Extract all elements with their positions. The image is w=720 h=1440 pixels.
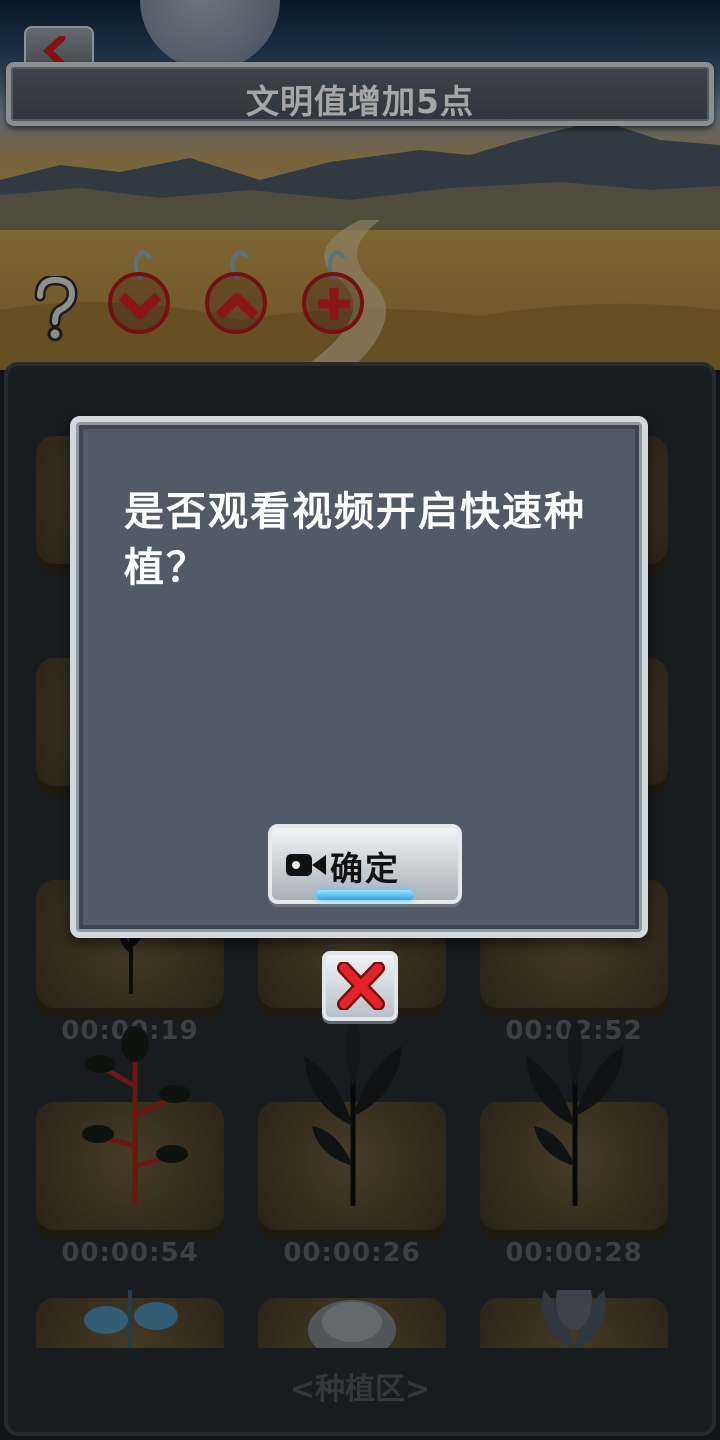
close-button[interactable] — [322, 951, 398, 1021]
plot-timer: 00:00:26 — [283, 1238, 421, 1268]
plot-timer: 00:00:54 — [61, 1238, 199, 1268]
banner-text: 文明值增加5点 — [246, 82, 474, 121]
dialog-message: 是否观看视频开启快速种植？ — [124, 489, 586, 591]
planting-plot[interactable] — [480, 1016, 668, 1236]
planting-plot[interactable] — [36, 1026, 224, 1236]
grey-bush-plant — [308, 1300, 396, 1348]
video-camera-icon — [286, 854, 326, 876]
plot-timer: 00:00:28 — [505, 1238, 643, 1268]
mountains — [0, 120, 720, 230]
seed-up-tool[interactable] — [203, 250, 273, 342]
blue-leaf-plant — [84, 1290, 178, 1348]
seed-plus-tool[interactable] — [300, 250, 370, 342]
planting-plot[interactable] — [258, 1290, 446, 1348]
chevron-up-icon — [215, 293, 259, 320]
dark-leaf-plant — [304, 1016, 402, 1206]
planting-plot[interactable] — [258, 1016, 446, 1236]
close-x-icon — [337, 962, 385, 1010]
notification-banner: 文明值增加5点 — [6, 62, 714, 126]
dark-leaf-plant — [526, 1016, 624, 1206]
planting-zone-label: <种植区> — [289, 1372, 431, 1407]
planting-plot[interactable] — [480, 1290, 668, 1348]
confirm-label: 确定 — [330, 849, 400, 888]
question-mark-icon[interactable] — [30, 276, 80, 342]
succulent-plant — [542, 1290, 606, 1348]
plus-icon — [318, 288, 350, 320]
quick-plant-dialog: 是否观看视频开启快速种植？ 确定 — [70, 416, 648, 938]
thorny-plant — [82, 1026, 190, 1206]
moon — [140, 0, 280, 70]
planting-plot[interactable] — [36, 1290, 224, 1348]
confirm-button[interactable]: 确定 — [268, 824, 462, 904]
seed-down-tool[interactable] — [106, 250, 176, 342]
chevron-down-icon — [118, 292, 162, 319]
button-glow — [316, 890, 414, 900]
